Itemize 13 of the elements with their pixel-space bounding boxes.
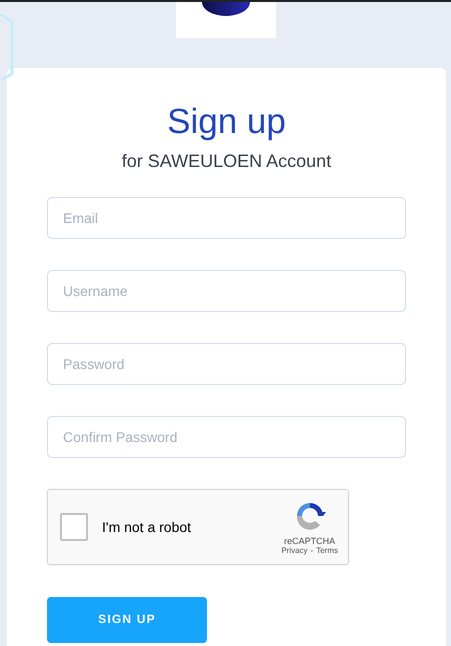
input-field[interactable]: Password [47,343,406,385]
terms-link[interactable]: Terms [316,546,338,554]
form-subtitle: for SAWEULOEN Account [122,150,332,173]
recaptcha-brand: reCAPTCHA [284,536,336,546]
cube-drawing [0,14,14,80]
input-field[interactable]: Username [47,270,406,312]
form-title: Sign up [167,102,286,142]
privacy-link[interactable]: Privacy [281,546,308,554]
captcha-label: I'm not a robot [102,519,192,535]
input-field[interactable]: Confirm Password [47,416,406,458]
link-separator: - [310,546,314,554]
input-field[interactable]: Email [47,197,406,239]
captcha-checkbox[interactable] [60,513,88,541]
